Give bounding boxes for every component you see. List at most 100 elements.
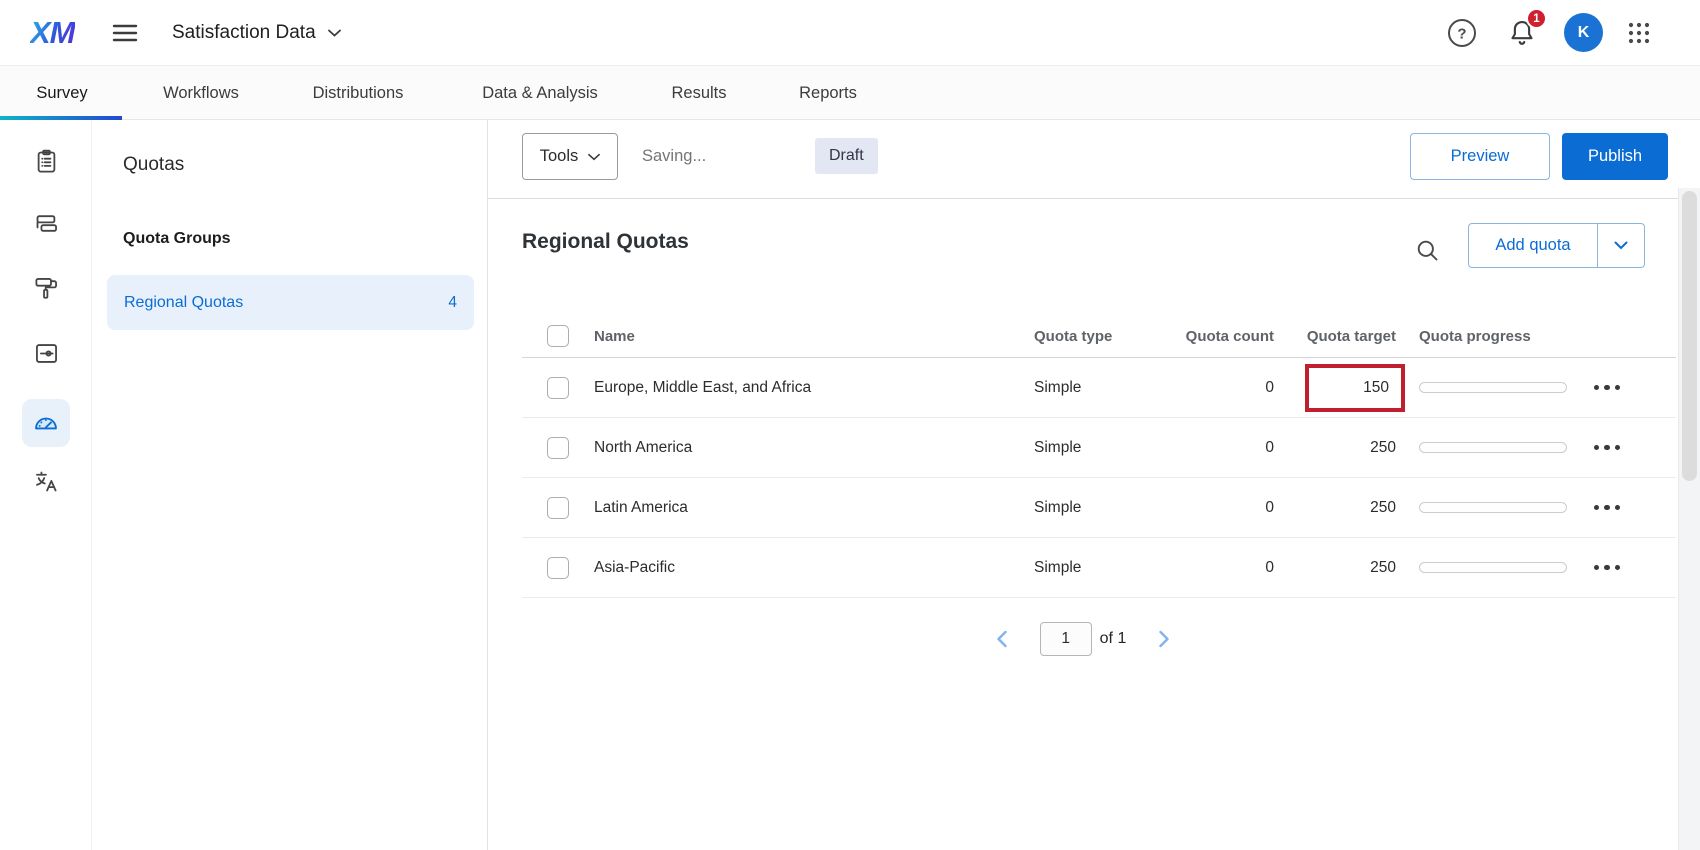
notification-count-badge: 1 <box>1526 8 1547 29</box>
column-header-quota-type: Quota type <box>1034 315 1112 357</box>
total-pages-label: of 1 <box>1100 630 1127 648</box>
row-checkbox[interactable] <box>547 377 569 399</box>
pagination: 1 of 1 <box>488 622 1678 656</box>
quota-progress-bar <box>1419 442 1567 453</box>
quotas-nav[interactable] <box>22 399 70 447</box>
quota-progress-bar <box>1419 502 1567 513</box>
translate-icon <box>33 468 60 498</box>
tools-dropdown-button[interactable]: Tools <box>522 133 618 180</box>
quotas-table: Name Quota type Quota count Quota target… <box>522 315 1676 598</box>
draft-status-badge: Draft <box>815 138 878 174</box>
quota-target[interactable]: 250 <box>1271 478 1396 537</box>
look-and-feel-nav[interactable] <box>22 266 70 314</box>
app-window: XM Satisfaction Data ? 1 K <box>0 0 1700 850</box>
avatar[interactable]: K <box>1564 13 1603 52</box>
quota-group-count: 4 <box>448 294 457 312</box>
tab-survey[interactable]: Survey <box>36 66 87 120</box>
chevron-down-icon <box>328 24 341 42</box>
column-header-quota-target: Quota target <box>1271 315 1396 357</box>
tab-distributions[interactable]: Distributions <box>313 66 404 120</box>
survey-builder-nav[interactable] <box>22 139 70 187</box>
app-grid-icon[interactable] <box>1618 12 1660 54</box>
gauge-icon <box>32 408 60 439</box>
clipboard-list-icon <box>33 148 60 178</box>
scrollbar[interactable] <box>1678 188 1700 850</box>
toolbar-divider <box>488 198 1678 199</box>
quota-group-item-regional-quotas[interactable]: Regional Quotas 4 <box>107 275 474 330</box>
row-options-icon[interactable] <box>1588 559 1627 577</box>
left-icon-rail <box>0 120 92 850</box>
svg-text:?: ? <box>1457 26 1466 43</box>
panel-title: Quotas <box>123 154 184 176</box>
table-row: Latin America Simple 0 250 <box>522 478 1676 538</box>
table-row: North America Simple 0 250 <box>522 418 1676 478</box>
row-options-icon[interactable] <box>1588 379 1627 397</box>
primary-tab-bar: Survey Workflows Distributions Data & An… <box>0 66 1700 120</box>
table-row: Europe, Middle East, and Africa Simple 0… <box>522 358 1676 418</box>
tab-results[interactable]: Results <box>671 66 726 120</box>
hamburger-menu-icon[interactable] <box>104 13 146 53</box>
previous-page-chevron-icon[interactable] <box>992 626 1012 652</box>
help-icon[interactable]: ? <box>1441 12 1483 54</box>
next-page-chevron-icon[interactable] <box>1154 626 1174 652</box>
table-row: Asia-Pacific Simple 0 250 <box>522 538 1676 598</box>
top-bar: XM Satisfaction Data ? 1 K <box>0 0 1700 66</box>
tab-workflows[interactable]: Workflows <box>163 66 239 120</box>
add-quota-button[interactable]: Add quota <box>1469 224 1597 267</box>
saving-status: Saving... <box>642 133 706 180</box>
quota-name: Asia-Pacific <box>594 538 675 597</box>
quota-progress-bar <box>1419 562 1567 573</box>
tab-data-analysis[interactable]: Data & Analysis <box>482 66 598 120</box>
quota-count: 0 <box>1174 538 1274 597</box>
column-header-quota-count: Quota count <box>1174 315 1274 357</box>
quota-type: Simple <box>1034 358 1081 417</box>
section-title: Regional Quotas <box>522 230 689 254</box>
quota-count: 0 <box>1174 418 1274 477</box>
quota-name: Latin America <box>594 478 688 537</box>
settings-sliders-icon <box>33 340 60 370</box>
quota-type: Simple <box>1034 538 1081 597</box>
quota-type: Simple <box>1034 478 1081 537</box>
quota-count: 0 <box>1174 358 1274 417</box>
row-checkbox[interactable] <box>547 437 569 459</box>
quota-target-highlight-box[interactable]: 150 <box>1305 364 1405 412</box>
page-body: Quotas Quota Groups Regional Quotas 4 To… <box>0 120 1700 850</box>
column-header-quota-progress: Quota progress <box>1419 315 1567 357</box>
xm-logo[interactable]: XM <box>30 15 75 51</box>
quota-name: North America <box>594 418 692 477</box>
preview-button[interactable]: Preview <box>1410 133 1550 180</box>
main-content: Tools Saving... Draft Preview Publish Re… <box>488 120 1700 850</box>
tab-reports[interactable]: Reports <box>799 66 857 120</box>
survey-name-dropdown[interactable]: Satisfaction Data <box>172 0 341 66</box>
row-checkbox[interactable] <box>547 557 569 579</box>
quota-groups-panel: Quotas Quota Groups Regional Quotas 4 <box>92 120 488 850</box>
row-options-icon[interactable] <box>1588 499 1627 517</box>
quota-groups-header: Quota Groups <box>123 230 231 248</box>
survey-name: Satisfaction Data <box>172 22 316 44</box>
quota-count: 0 <box>1174 478 1274 537</box>
row-options-icon[interactable] <box>1588 439 1627 457</box>
survey-flow-nav[interactable] <box>22 201 70 249</box>
scrollbar-thumb[interactable] <box>1682 191 1697 481</box>
flow-blocks-icon <box>33 210 60 240</box>
publish-button[interactable]: Publish <box>1562 133 1668 180</box>
quota-group-label: Regional Quotas <box>124 294 243 312</box>
paint-roller-icon <box>33 275 60 305</box>
quota-target[interactable]: 250 <box>1271 418 1396 477</box>
add-quota-dropdown-chevron-icon[interactable] <box>1597 224 1644 267</box>
quota-target: 150 <box>1363 379 1389 397</box>
quota-target[interactable]: 250 <box>1271 538 1396 597</box>
quota-type: Simple <box>1034 418 1081 477</box>
quota-name: Europe, Middle East, and Africa <box>594 358 811 417</box>
row-checkbox[interactable] <box>547 497 569 519</box>
table-header-row: Name Quota type Quota count Quota target… <box>522 315 1676 358</box>
search-icon[interactable] <box>1410 233 1444 267</box>
column-header-name: Name <box>594 315 635 357</box>
translations-nav[interactable] <box>22 459 70 507</box>
chevron-down-icon <box>588 147 600 166</box>
select-all-checkbox[interactable] <box>547 325 569 347</box>
quota-progress-bar <box>1419 382 1567 393</box>
notification-bell-icon[interactable]: 1 <box>1501 12 1543 54</box>
survey-options-nav[interactable] <box>22 331 70 379</box>
current-page-input[interactable]: 1 <box>1040 622 1092 656</box>
